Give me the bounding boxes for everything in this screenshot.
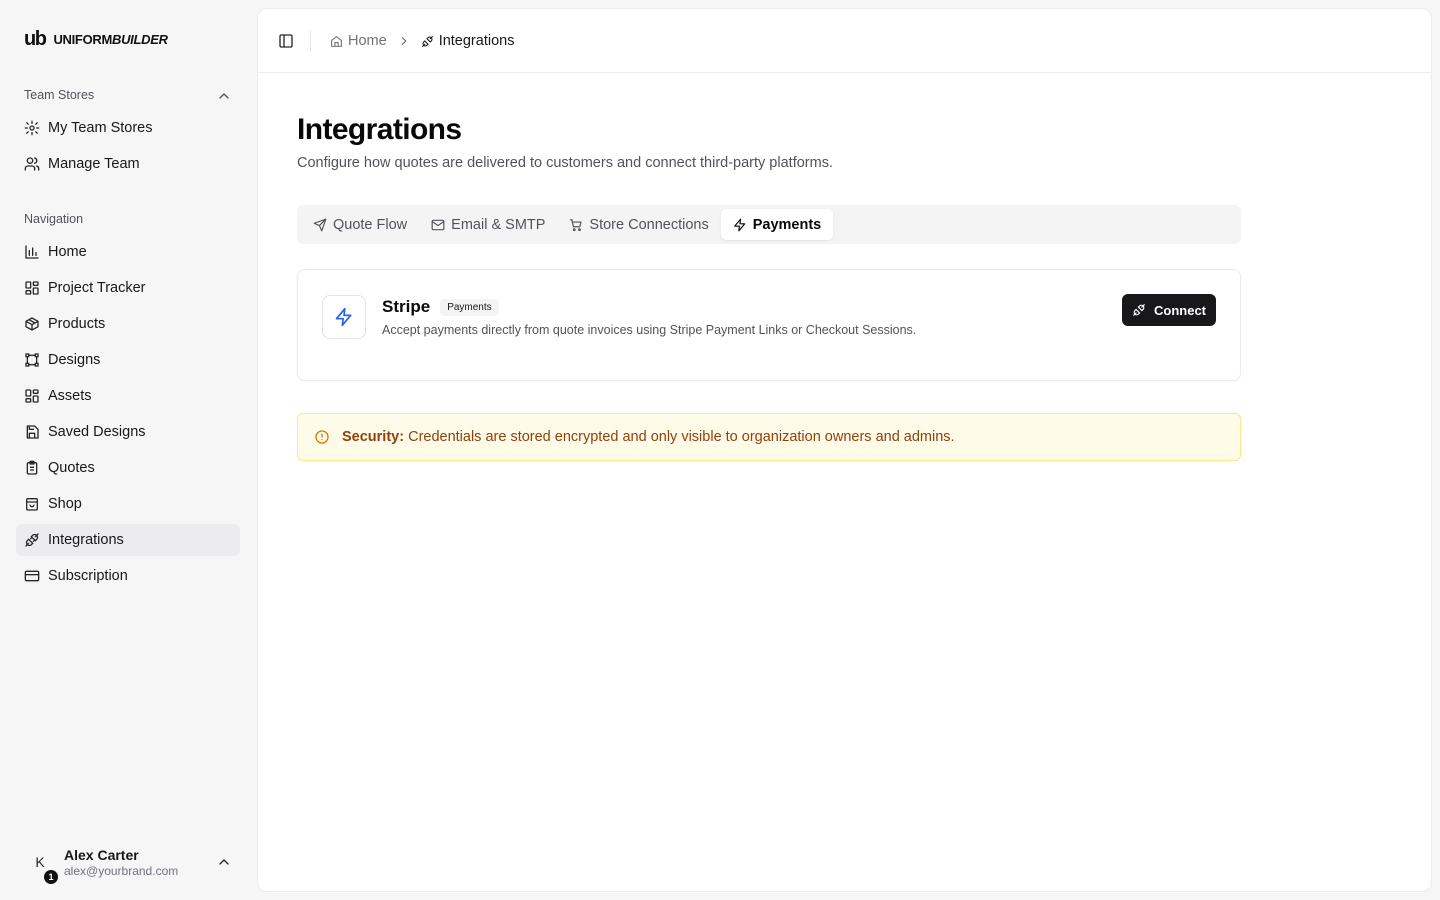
send-icon bbox=[313, 218, 327, 232]
home-icon bbox=[330, 35, 343, 48]
save-icon bbox=[24, 424, 40, 440]
gear-icon bbox=[24, 120, 40, 136]
plug-icon bbox=[24, 532, 40, 548]
zap-icon bbox=[733, 218, 747, 232]
breadcrumb-current-label: Integrations bbox=[438, 33, 515, 49]
breadcrumb-current: Integrations bbox=[421, 33, 515, 49]
sidebar-item-label: Shop bbox=[48, 496, 82, 512]
cart-icon bbox=[569, 218, 583, 232]
page-subtitle: Configure how quotes are delivered to cu… bbox=[297, 155, 833, 171]
tab-store-connections[interactable]: Store Connections bbox=[557, 209, 720, 240]
sidebar-item-label: Quotes bbox=[48, 460, 95, 476]
chevron-up-icon[interactable] bbox=[216, 88, 232, 104]
avatar-initial: K bbox=[35, 854, 45, 870]
sidebar-item-label: Project Tracker bbox=[48, 280, 146, 296]
alert-label: Security: bbox=[342, 429, 405, 445]
sidebar-item-designs[interactable]: Designs bbox=[16, 344, 240, 376]
user-info: Alex Carter alex@yourbrand.com bbox=[64, 847, 178, 878]
tab-label: Quote Flow bbox=[333, 216, 408, 233]
bar-chart-icon bbox=[24, 244, 40, 260]
user-menu[interactable]: K 1 Alex Carter alex@yourbrand.com bbox=[24, 840, 240, 884]
sidebar-item-subscription[interactable]: Subscription bbox=[16, 560, 240, 592]
plug-icon bbox=[421, 35, 434, 48]
chevron-up-icon[interactable] bbox=[216, 854, 232, 870]
vector-icon bbox=[24, 352, 40, 368]
tab-label: Store Connections bbox=[589, 216, 709, 233]
plug-icon bbox=[1132, 303, 1146, 317]
tab-quote-flow[interactable]: Quote Flow bbox=[301, 209, 419, 240]
sidebar-item-label: Subscription bbox=[48, 568, 128, 584]
team-stores-group-label: Team Stores bbox=[24, 88, 95, 102]
sidebar-item-label: Integrations bbox=[48, 532, 124, 548]
sidebar-item-label: My Team Stores bbox=[48, 120, 153, 136]
sidebar-item-manage-team[interactable]: Manage Team bbox=[16, 148, 240, 180]
breadcrumb-home-label: Home bbox=[348, 33, 387, 49]
sidebar-item-label: Saved Designs bbox=[48, 424, 146, 440]
topbar: Home Integrations bbox=[258, 9, 1431, 73]
sidebar-item-label: Manage Team bbox=[48, 156, 140, 172]
sidebar-toggle-icon[interactable] bbox=[278, 33, 294, 49]
sidebar-item-integrations[interactable]: Integrations bbox=[16, 524, 240, 556]
alert-text: Credentials are stored encrypted and onl… bbox=[408, 429, 955, 445]
sidebar-item-label: Home bbox=[48, 244, 87, 260]
sidebar-item-saved-designs[interactable]: Saved Designs bbox=[16, 416, 240, 448]
connect-button[interactable]: Connect bbox=[1122, 294, 1216, 326]
clipboard-icon bbox=[24, 460, 40, 476]
grid-icon bbox=[24, 280, 40, 296]
sidebar-item-label: Products bbox=[48, 316, 106, 332]
sidebar: ub UNIFORMBUILDER Team Stores My Team St… bbox=[0, 0, 256, 900]
sidebar-item-label: Designs bbox=[48, 352, 101, 368]
logo-mark: ub bbox=[24, 28, 47, 50]
user-name: Alex Carter bbox=[64, 846, 139, 863]
tab-label: Email & SMTP bbox=[451, 216, 546, 233]
sidebar-item-shop[interactable]: Shop bbox=[16, 488, 240, 520]
topbar-divider bbox=[310, 31, 311, 51]
chevron-right-icon bbox=[397, 34, 411, 48]
sidebar-item-products[interactable]: Products bbox=[16, 308, 240, 340]
users-icon bbox=[24, 156, 40, 172]
alert-circle-icon bbox=[314, 429, 330, 445]
grid-icon bbox=[24, 388, 40, 404]
page-title: Integrations bbox=[297, 113, 462, 146]
connect-button-label: Connect bbox=[1154, 302, 1206, 318]
brand-logo[interactable]: ub UNIFORMBUILDER bbox=[24, 28, 168, 51]
user-email: alex@yourbrand.com bbox=[64, 863, 179, 878]
logo-text: UNIFORMBUILDER bbox=[53, 32, 168, 47]
store-icon bbox=[24, 496, 40, 512]
sidebar-item-my-team-stores[interactable]: My Team Stores bbox=[16, 112, 240, 144]
notification-badge: 1 bbox=[44, 870, 58, 884]
sidebar-item-home[interactable]: Home bbox=[16, 236, 240, 268]
sidebar-item-project-tracker[interactable]: Project Tracker bbox=[16, 272, 240, 304]
breadcrumb: Home Integrations bbox=[330, 31, 514, 51]
sidebar-item-assets[interactable]: Assets bbox=[16, 380, 240, 412]
package-icon bbox=[24, 316, 40, 332]
card-title-row: Stripe Payments bbox=[382, 297, 499, 317]
tab-payments[interactable]: Payments bbox=[720, 209, 834, 240]
main-panel: Home Integrations Integrations Configure… bbox=[257, 8, 1432, 892]
tab-email-smtp[interactable]: Email & SMTP bbox=[419, 209, 557, 240]
integration-tabs: Quote Flow Email & SMTP Store Connection… bbox=[297, 205, 1241, 244]
security-alert: Security: Credentials are stored encrypt… bbox=[297, 413, 1241, 461]
navigation-group-label: Navigation bbox=[24, 212, 84, 226]
avatar: K 1 bbox=[24, 846, 58, 884]
alert-message: Security: Credentials are stored encrypt… bbox=[342, 429, 955, 445]
integration-description: Accept payments directly from quote invo… bbox=[382, 323, 917, 337]
stripe-integration-card: Stripe Payments Accept payments directly… bbox=[297, 269, 1241, 381]
tab-label: Payments bbox=[752, 216, 822, 233]
integration-title: Stripe bbox=[382, 297, 431, 316]
sidebar-item-label: Assets bbox=[48, 388, 92, 404]
zap-icon bbox=[322, 295, 366, 339]
mail-icon bbox=[431, 218, 445, 232]
category-badge: Payments bbox=[440, 298, 499, 316]
breadcrumb-home[interactable]: Home bbox=[330, 33, 387, 49]
sidebar-item-quotes[interactable]: Quotes bbox=[16, 452, 240, 484]
credit-card-icon bbox=[24, 568, 40, 584]
